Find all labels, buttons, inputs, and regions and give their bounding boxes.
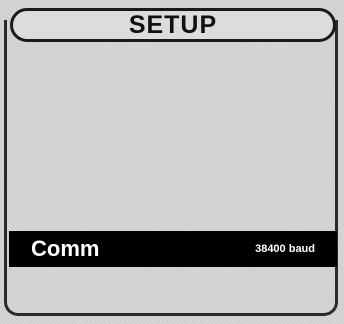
- setup-title-bar: SETUP: [10, 8, 336, 42]
- menu-item-label: Comm: [31, 236, 100, 261]
- menu-item-comm[interactable]: Comm 38400 baud: [9, 231, 337, 267]
- menu-item-value: 38400 baud: [255, 242, 315, 255]
- page-title: SETUP: [128, 10, 218, 39]
- lcd-screen: SETUP Comm 38400 baud: [0, 0, 344, 324]
- screen-frame: [4, 20, 338, 316]
